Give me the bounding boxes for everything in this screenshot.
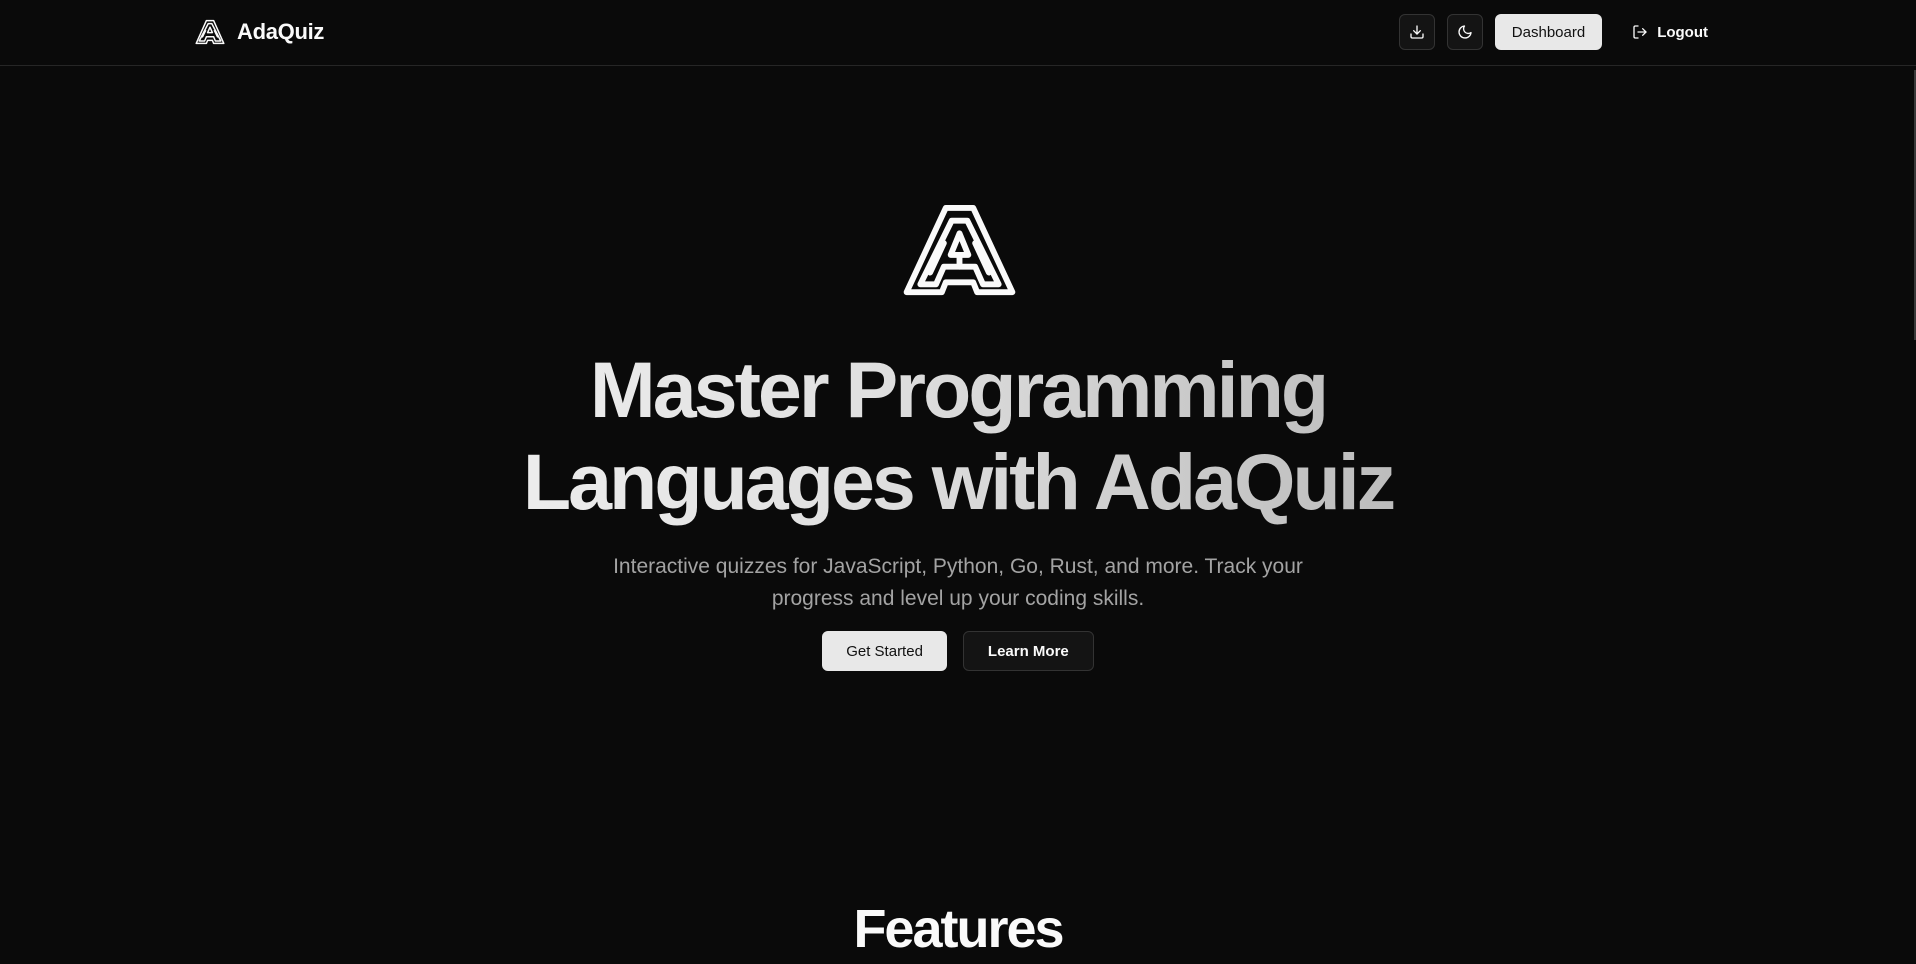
hero-title-line-1: Master Programming (589, 345, 1327, 434)
brand-name: AdaQuiz (237, 19, 325, 44)
hero-title: Master Programming Languages with AdaQui… (0, 344, 1916, 528)
get-started-button[interactable]: Get Started (822, 631, 947, 671)
hero-cta-group: Get Started Learn More (0, 631, 1916, 671)
theme-toggle-button[interactable] (1446, 14, 1483, 50)
top-navigation-bar: AdaQuiz Dashboard Logout (0, 0, 1916, 66)
moon-icon (1458, 25, 1472, 39)
brand-home-link[interactable]: AdaQuiz (195, 17, 324, 47)
adaquiz-logo-icon (195, 19, 225, 45)
hero-title-line-2: Languages with AdaQuiz (522, 437, 1394, 526)
learn-more-button[interactable]: Learn More (962, 631, 1094, 671)
hero-logo-icon (903, 204, 1016, 296)
logout-button[interactable]: Logout (1622, 14, 1718, 50)
logout-icon (1633, 25, 1647, 39)
header-actions: Dashboard Logout (1398, 14, 1718, 50)
features-heading: Features (853, 899, 1064, 959)
download-button[interactable] (1398, 14, 1435, 50)
hero-subtitle: Interactive quizzes for JavaScript, Pyth… (613, 555, 1303, 610)
logout-label: Logout (1657, 23, 1708, 41)
dashboard-button[interactable]: Dashboard (1494, 14, 1603, 50)
download-icon (1410, 25, 1424, 39)
